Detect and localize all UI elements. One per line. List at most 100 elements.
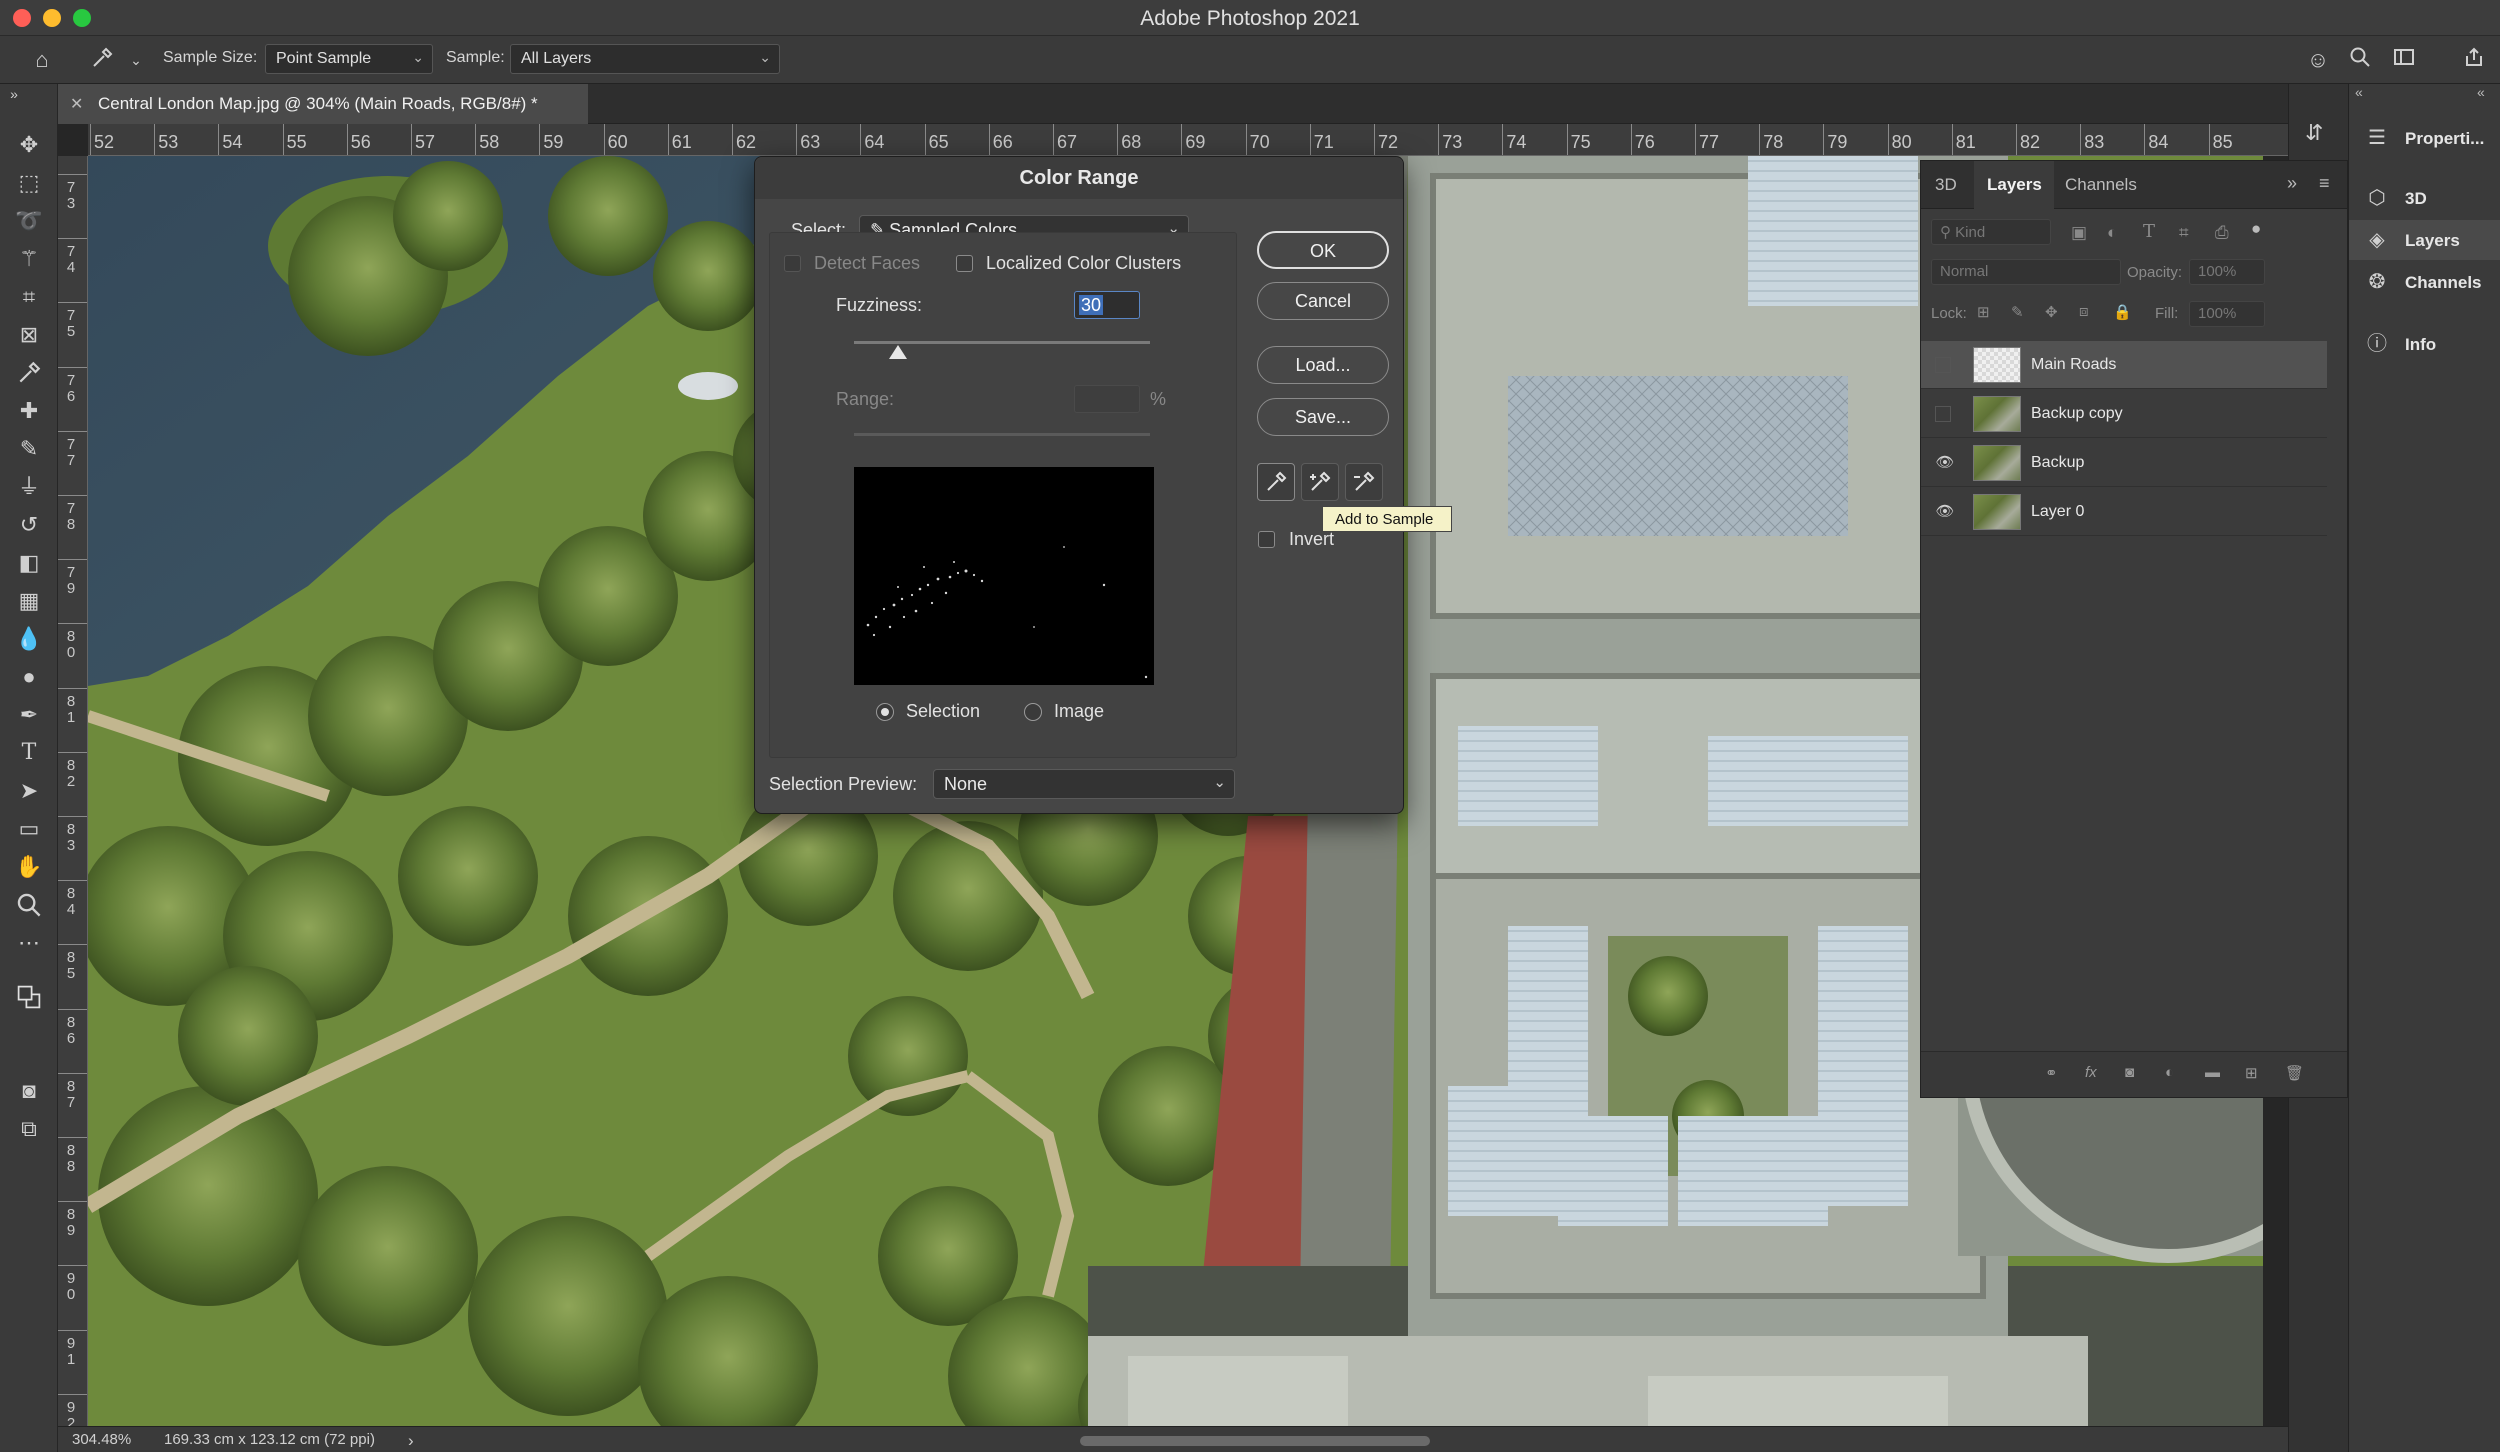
tab-layers[interactable]: Layers xyxy=(1987,175,2042,195)
lock-all-icon[interactable]: 🔒 xyxy=(2113,303,2132,321)
layer-row[interactable]: Main Roads xyxy=(1921,341,2327,389)
eyedropper-tool-preset-icon[interactable] xyxy=(88,46,116,74)
close-icon[interactable]: ✕ xyxy=(70,94,83,114)
blend-mode-select[interactable]: Normal xyxy=(1931,259,2121,285)
load-button[interactable]: Load... xyxy=(1257,346,1389,384)
save-button[interactable]: Save... xyxy=(1257,398,1389,436)
lock-artboard-icon[interactable]: ⧈ xyxy=(2079,303,2089,320)
add-mask-icon[interactable]: ◙ xyxy=(2125,1064,2134,1081)
filter-image-icon[interactable]: ▣ xyxy=(2071,223,2087,243)
crop-tool-icon[interactable]: ⌗ xyxy=(12,280,46,314)
quick-mask-icon[interactable]: ◙ xyxy=(12,1074,46,1108)
fill-input[interactable]: 100% xyxy=(2189,301,2265,327)
zoom-level[interactable]: 304.48% xyxy=(72,1431,131,1448)
filter-kind-select[interactable]: ⚲ Kind xyxy=(1931,219,2051,245)
history-brush-tool-icon[interactable]: ↺ xyxy=(12,508,46,542)
sample-select[interactable]: All Layers ⌄ xyxy=(510,44,780,74)
marquee-tool-icon[interactable]: ⬚ xyxy=(12,166,46,200)
new-layer-icon[interactable]: ⊞ xyxy=(2245,1064,2258,1082)
layer-row[interactable]: 👁 Backup xyxy=(1921,439,2327,487)
filter-adjustment-icon[interactable]: ◐ xyxy=(2107,223,2117,243)
tab-3d[interactable]: 3D xyxy=(1935,175,1957,195)
visibility-eye-icon[interactable]: 👁 xyxy=(1935,502,1955,522)
dock-item-properties[interactable]: ☰ Properti... xyxy=(2349,118,2500,158)
search-icon[interactable] xyxy=(2346,46,2374,74)
filter-shape-icon[interactable]: ⌗ xyxy=(2179,223,2189,243)
magic-wand-tool-icon[interactable]: ⚚ xyxy=(12,242,46,276)
lock-image-icon[interactable]: ✎ xyxy=(2011,303,2024,321)
dock-item-3d[interactable]: ⬡ 3D xyxy=(2349,178,2500,218)
selection-preview-select[interactable]: None ⌄ xyxy=(933,769,1235,799)
eraser-tool-icon[interactable]: ◧ xyxy=(12,546,46,580)
collapse-icon[interactable]: « xyxy=(2477,84,2485,100)
link-layers-icon[interactable]: ⚭ xyxy=(2045,1064,2058,1082)
brush-tool-icon[interactable]: ✎ xyxy=(12,432,46,466)
user-icon[interactable]: ☺ xyxy=(2304,46,2332,74)
collapse-icon[interactable]: » xyxy=(2287,173,2297,194)
eyedropper-icon[interactable] xyxy=(1257,463,1295,501)
visibility-eye-icon[interactable]: 👁 xyxy=(1935,453,1955,473)
lock-transparent-icon[interactable]: ⊞ xyxy=(1977,303,1990,321)
cancel-button[interactable]: Cancel xyxy=(1257,282,1389,320)
fuzziness-slider-track[interactable] xyxy=(854,341,1150,344)
path-selection-tool-icon[interactable]: ➤ xyxy=(12,774,46,808)
layer-row[interactable]: Backup copy xyxy=(1921,390,2327,438)
image-radio[interactable] xyxy=(1024,703,1042,721)
selection-radio[interactable] xyxy=(876,703,894,721)
range-input[interactable] xyxy=(1074,385,1140,413)
panel-menu-icon[interactable]: ≡ xyxy=(2319,173,2330,194)
layer-style-icon[interactable]: fx xyxy=(2085,1064,2097,1081)
opacity-input[interactable]: 100% xyxy=(2189,259,2265,285)
ok-button[interactable]: OK xyxy=(1257,231,1389,269)
dodge-tool-icon[interactable]: ● xyxy=(12,660,46,694)
invert-checkbox[interactable] xyxy=(1258,531,1275,548)
hand-tool-icon[interactable]: ✋ xyxy=(12,850,46,884)
document-tab[interactable]: ✕ Central London Map.jpg @ 304% (Main Ro… xyxy=(58,84,588,124)
history-icon[interactable]: ⇵ xyxy=(2305,120,2323,146)
lasso-tool-icon[interactable]: ➰ xyxy=(12,204,46,238)
visibility-toggle[interactable] xyxy=(1935,406,1951,422)
collapse-icon[interactable]: « xyxy=(2355,84,2363,100)
healing-brush-tool-icon[interactable]: ✚ xyxy=(12,394,46,428)
lock-position-icon[interactable]: ✥ xyxy=(2045,303,2058,321)
adjustment-layer-icon[interactable]: ◐ xyxy=(2165,1064,2174,1081)
filter-toggle-icon[interactable]: ● xyxy=(2251,219,2261,239)
expand-toolbar-icon[interactable]: » xyxy=(4,86,24,102)
eyedropper-minus-icon[interactable] xyxy=(1345,463,1383,501)
pen-tool-icon[interactable]: ✒ xyxy=(12,698,46,732)
fuzziness-slider-thumb[interactable] xyxy=(889,345,908,359)
more-tools-icon[interactable]: ⋯ xyxy=(12,926,46,960)
horizontal-scrollbar[interactable] xyxy=(1080,1436,1430,1446)
visibility-toggle[interactable] xyxy=(1935,357,1951,373)
screen-mode-icon[interactable]: ⧉ xyxy=(12,1112,46,1146)
filter-smart-object-icon[interactable]: ⎙ xyxy=(2215,223,2229,243)
new-group-icon[interactable]: ▬ xyxy=(2205,1064,2220,1081)
status-menu-arrow[interactable]: › xyxy=(408,1431,414,1451)
color-swatches-icon[interactable] xyxy=(12,980,46,1014)
eyedropper-tool-icon[interactable] xyxy=(12,356,46,390)
blur-tool-icon[interactable]: 💧 xyxy=(12,622,46,656)
frame-tool-icon[interactable]: ⊠ xyxy=(12,318,46,352)
gradient-tool-icon[interactable]: ▦ xyxy=(12,584,46,618)
move-tool-icon[interactable]: ✥ xyxy=(12,128,46,162)
workspace-icon[interactable] xyxy=(2390,46,2418,74)
chevron-down-icon[interactable]: ⌄ xyxy=(122,46,150,74)
rectangle-tool-icon[interactable]: ▭ xyxy=(12,812,46,846)
dock-item-layers[interactable]: ◈ Layers xyxy=(2349,220,2500,260)
fuzziness-input[interactable]: 30 xyxy=(1074,291,1140,319)
layer-row[interactable]: 👁 Layer 0 xyxy=(1921,488,2327,536)
filter-type-icon[interactable]: T xyxy=(2143,221,2155,242)
zoom-tool-icon[interactable] xyxy=(12,888,46,922)
range-slider-track[interactable] xyxy=(854,433,1150,436)
tab-channels[interactable]: Channels xyxy=(2065,175,2137,195)
type-tool-icon[interactable]: T xyxy=(12,736,46,770)
dock-item-channels[interactable]: ❂ Channels xyxy=(2349,262,2500,302)
share-icon[interactable] xyxy=(2460,46,2488,74)
localized-color-clusters-checkbox[interactable] xyxy=(956,255,973,272)
sample-size-select[interactable]: Point Sample ⌄ xyxy=(265,44,433,74)
home-icon[interactable]: ⌂ xyxy=(28,46,56,74)
dock-item-info[interactable]: ⓘ Info xyxy=(2349,324,2500,364)
eyedropper-plus-icon[interactable] xyxy=(1301,463,1339,501)
clone-stamp-tool-icon[interactable]: ⏚ xyxy=(12,470,46,504)
detect-faces-checkbox[interactable] xyxy=(784,255,801,272)
